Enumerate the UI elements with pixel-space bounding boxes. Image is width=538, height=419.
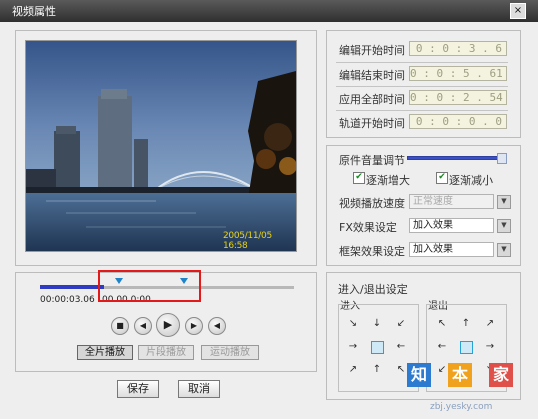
save-button[interactable]: 保存 — [117, 380, 159, 398]
watermark-char: 知 — [407, 363, 431, 387]
speed-field[interactable]: 正常速度 — [409, 194, 494, 209]
track-start-label: 轨道开始时间 — [339, 117, 405, 130]
enter-s-arrow-icon[interactable]: ↑ — [371, 364, 383, 376]
volume-label: 原件音量调节 — [339, 154, 405, 167]
watermark-url: zbj.yesky.com — [430, 402, 493, 412]
enter-ne-arrow-icon[interactable]: ↙ — [395, 318, 407, 330]
exit-sw-arrow-icon[interactable]: ↙ — [436, 364, 448, 376]
track-start-field[interactable]: 0 : 0 : 0 . 0 — [409, 114, 507, 129]
divider — [336, 86, 508, 87]
fade-out-checkbox[interactable]: ✔ — [436, 172, 448, 184]
video-frame-image — [26, 41, 296, 251]
clip-play-button[interactable]: 片段播放 — [138, 345, 194, 360]
video-properties-dialog: 视频属性 × 2005/11/05 16:58 编辑开始时间 0: 0: 3… — [0, 0, 538, 419]
video-preview: 2005/11/05 16:58 — [25, 40, 297, 252]
exit-ne-arrow-icon[interactable]: ↗ — [484, 318, 496, 330]
apply-all-label: 应用全部时间 — [339, 93, 405, 106]
highlight-box — [98, 270, 201, 302]
video-timestamp: 2005/11/05 16:58 — [223, 231, 272, 251]
exit-w-arrow-icon[interactable]: ← — [436, 341, 448, 353]
divider — [336, 62, 508, 63]
close-button[interactable]: × — [510, 3, 526, 19]
enter-center-button[interactable] — [371, 341, 384, 354]
exit-nw-arrow-icon[interactable]: ↖ — [436, 318, 448, 330]
volume-icon[interactable]: ◀ — [208, 317, 226, 335]
watermark-char: 本 — [448, 363, 472, 387]
next-icon[interactable]: ▶ — [185, 317, 203, 335]
fx-dropdown-button[interactable]: ▼ — [497, 219, 511, 233]
title-bar: 视频属性 × — [0, 0, 538, 22]
motion-play-button[interactable]: 运动播放 — [201, 345, 259, 360]
edit-start-label: 编辑开始时间 — [339, 44, 405, 57]
window-title: 视频属性 — [12, 5, 56, 18]
full-play-button[interactable]: 全片播放 — [77, 345, 133, 360]
fade-in-checkbox[interactable]: ✔ — [353, 172, 365, 184]
edit-end-field[interactable]: 0 : 0 : 5 . 61 — [409, 66, 507, 81]
fade-in-label: 逐渐增大 — [366, 174, 410, 187]
fx-label: FX效果设定 — [339, 221, 397, 234]
current-time: 00:00:03.06 — [40, 295, 95, 305]
enter-e-arrow-icon[interactable]: ← — [395, 341, 407, 353]
exit-n-arrow-icon[interactable]: ↑ — [460, 318, 472, 330]
speed-dropdown-button[interactable]: ▼ — [497, 195, 511, 209]
enter-se-arrow-icon[interactable]: ↖ — [395, 364, 407, 376]
play-icon[interactable]: ▶ — [156, 313, 180, 337]
frame-effect-dropdown-button[interactable]: ▼ — [497, 243, 511, 257]
edit-end-label: 编辑结束时间 — [339, 69, 405, 82]
fade-out-label: 逐渐减小 — [449, 174, 493, 187]
speed-label: 视频播放速度 — [339, 197, 405, 210]
apply-all-field[interactable]: 0 : 0 : 2 . 54 — [409, 90, 507, 105]
volume-slider[interactable] — [407, 156, 507, 160]
enter-w-arrow-icon[interactable]: → — [347, 341, 359, 353]
frame-effect-field[interactable]: 加入效果 — [409, 242, 494, 257]
previous-icon[interactable]: ◀ — [134, 317, 152, 335]
transition-title: 进入/退出设定 — [338, 283, 408, 296]
timeline-progress — [40, 285, 104, 289]
enter-n-arrow-icon[interactable]: ↓ — [371, 318, 383, 330]
cancel-button[interactable]: 取消 — [178, 380, 220, 398]
volume-slider-handle[interactable] — [497, 153, 507, 164]
stop-icon[interactable]: ■ — [111, 317, 129, 335]
enter-sw-arrow-icon[interactable]: ↗ — [347, 364, 359, 376]
fx-field[interactable]: 加入效果 — [409, 218, 494, 233]
exit-center-button[interactable] — [460, 341, 473, 354]
enter-nw-arrow-icon[interactable]: ↘ — [347, 318, 359, 330]
frame-effect-label: 框架效果设定 — [339, 245, 405, 258]
watermark-char: 家 — [489, 363, 513, 387]
edit-start-field[interactable]: 0 : 0 : 3 . 6 — [409, 41, 507, 56]
divider — [336, 110, 508, 111]
exit-e-arrow-icon[interactable]: → — [484, 341, 496, 353]
